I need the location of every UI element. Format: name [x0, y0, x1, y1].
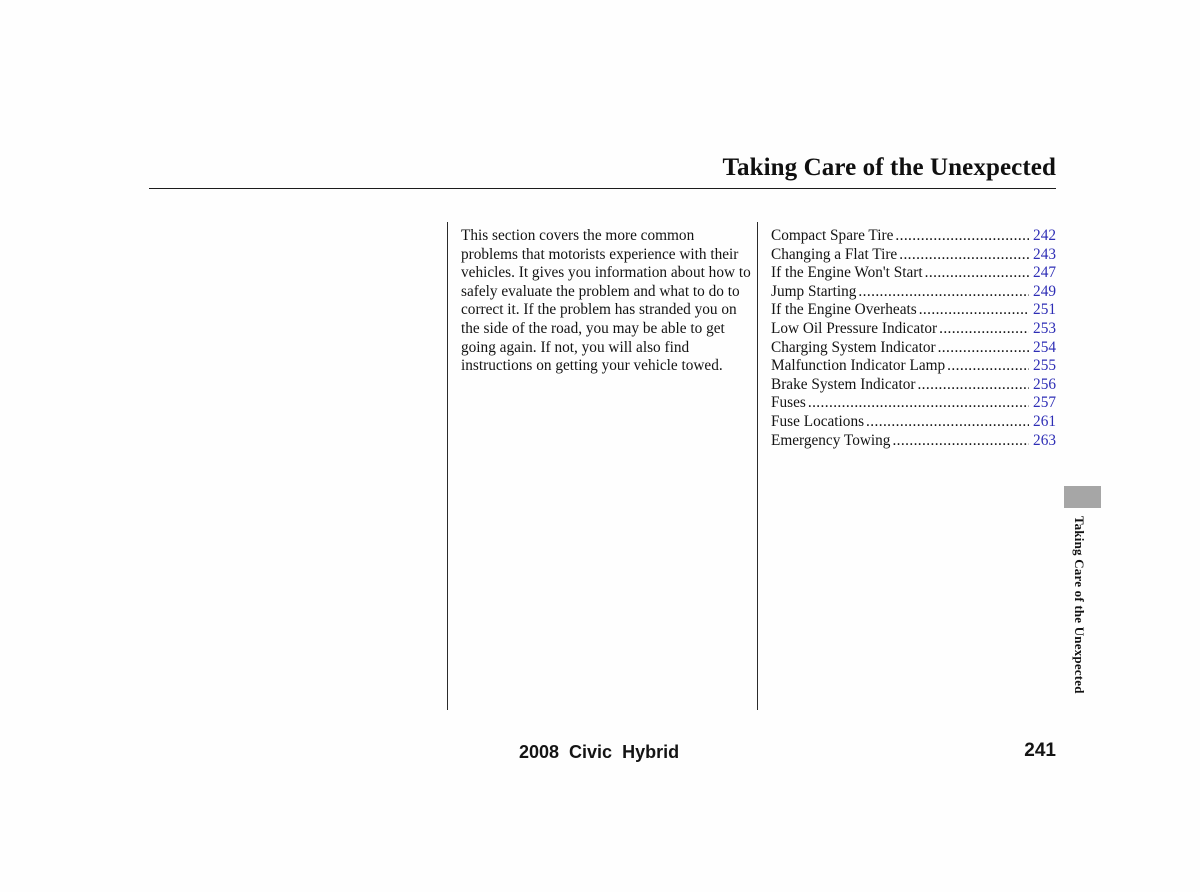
toc-leader-dots: ........................................… [939, 319, 1029, 337]
side-tab-marker [1064, 486, 1101, 508]
table-of-contents: Compact Spare Tire......................… [771, 227, 1056, 450]
toc-entry-page-number: 255 [1033, 357, 1056, 375]
toc-entry-label: Malfunction Indicator Lamp [771, 357, 946, 375]
toc-entry[interactable]: Emergency Towing........................… [771, 432, 1056, 451]
toc-entry-label: Emergency Towing [771, 431, 891, 449]
toc-entry-page-number: 256 [1033, 375, 1056, 393]
toc-leader-dots: ........................................… [947, 357, 1029, 375]
column-divider-left [447, 222, 448, 710]
toc-entry[interactable]: If the Engine Overheats.................… [771, 301, 1056, 320]
toc-entry-label: If the Engine Overheats [771, 301, 917, 319]
page-title: Taking Care of the Unexpected [722, 154, 1056, 181]
toc-entry-label: Fuse Locations [771, 412, 865, 430]
toc-entry[interactable]: Fuses...................................… [771, 394, 1056, 413]
toc-entry-page-number: 249 [1033, 282, 1056, 300]
toc-leader-dots: ........................................… [807, 394, 1029, 412]
toc-entry-page-number: 254 [1033, 338, 1056, 356]
side-tab-label: Taking Care of the Unexpected [1072, 516, 1087, 694]
toc-entry-page-number: 251 [1033, 301, 1056, 319]
intro-column: This section covers the more common prob… [461, 227, 751, 376]
toc-entry[interactable]: Jump Starting...........................… [771, 283, 1056, 302]
toc-entry[interactable]: If the Engine Won't Start...............… [771, 264, 1056, 283]
footer-page-number: 241 [1024, 740, 1056, 761]
toc-entry-page-number: 242 [1033, 227, 1056, 244]
toc-leader-dots: ........................................… [918, 301, 1029, 319]
manual-page: Taking Care of the Unexpected This secti… [0, 0, 1200, 892]
footer-model-name: 2008 Civic Hybrid [519, 742, 680, 762]
toc-entry[interactable]: Brake System Indicator..................… [771, 376, 1056, 395]
toc-entry-label: If the Engine Won't Start [771, 264, 923, 282]
toc-leader-dots: ........................................… [899, 245, 1029, 263]
toc-entry-page-number: 243 [1033, 245, 1056, 263]
column-divider-right [757, 222, 758, 710]
toc-entry[interactable]: Changing a Flat Tire....................… [771, 246, 1056, 265]
toc-entry-page-number: 261 [1033, 412, 1056, 430]
toc-leader-dots: ........................................… [924, 264, 1029, 282]
toc-entry-label: Low Oil Pressure Indicator [771, 319, 938, 337]
toc-entry-page-number: 253 [1033, 319, 1056, 337]
header-divider-rule [149, 188, 1056, 189]
toc-entry[interactable]: Low Oil Pressure Indicator..............… [771, 320, 1056, 339]
toc-entry-page-number: 257 [1033, 394, 1056, 412]
toc-leader-dots: ........................................… [892, 431, 1029, 449]
toc-leader-dots: ........................................… [895, 227, 1029, 244]
toc-leader-dots: ........................................… [866, 412, 1029, 430]
toc-entry[interactable]: Malfunction Indicator Lamp..............… [771, 357, 1056, 376]
toc-entry[interactable]: Fuse Locations..........................… [771, 413, 1056, 432]
toc-entry-label: Fuses [771, 394, 806, 412]
toc-entry-label: Compact Spare Tire [771, 227, 894, 244]
toc-entry-label: Charging System Indicator [771, 338, 936, 356]
toc-entry-page-number: 263 [1033, 431, 1056, 449]
intro-paragraph: This section covers the more common prob… [461, 227, 751, 375]
toc-leader-dots: ........................................… [917, 375, 1029, 393]
toc-entry-page-number: 247 [1033, 264, 1056, 282]
toc-entry-label: Changing a Flat Tire [771, 245, 898, 263]
toc-leader-dots: ........................................… [937, 338, 1029, 356]
toc-entry-label: Jump Starting [771, 282, 857, 300]
toc-leader-dots: ........................................… [858, 282, 1029, 300]
toc-entry[interactable]: Charging System Indicator...............… [771, 339, 1056, 358]
toc-entry[interactable]: Compact Spare Tire......................… [771, 227, 1056, 246]
toc-entry-label: Brake System Indicator [771, 375, 916, 393]
